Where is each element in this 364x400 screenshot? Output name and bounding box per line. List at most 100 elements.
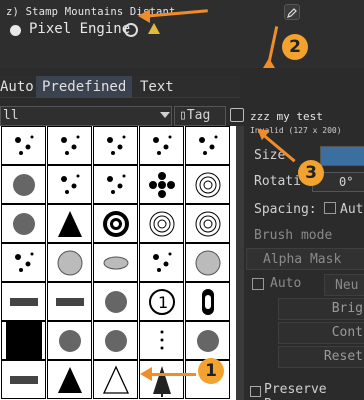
brush-thumb-number-one[interactable]: 1 (139, 282, 184, 321)
hatch-dab-icon (56, 298, 84, 306)
triangle-black-icon (58, 211, 82, 237)
radial-circles-icon (195, 211, 221, 237)
concentric-circles-icon (149, 211, 175, 237)
neutral-button[interactable]: Neu (324, 274, 364, 296)
brush-thumb-concentric-rings[interactable] (93, 204, 138, 243)
tag-button[interactable]: ▯Tag (174, 106, 226, 126)
engine-radio-icon[interactable] (10, 25, 21, 36)
brush-thumb-keyhole[interactable] (185, 282, 230, 321)
cross-dots-icon (149, 172, 175, 198)
tab-text[interactable]: Text (134, 76, 180, 98)
rotation-value: 0° (339, 175, 354, 189)
square-dots-icon (107, 174, 126, 194)
size-field[interactable] (320, 146, 364, 166)
splat-blob-icon (13, 174, 35, 196)
tag-label: Tag (186, 108, 211, 123)
brush-thumb-soft-blob[interactable] (93, 321, 138, 360)
brush-thumb-gray-ellipse[interactable] (93, 243, 138, 282)
smoke-puff-icon (105, 291, 127, 313)
arrow-4-head (140, 367, 152, 381)
concentric-rings-icon (103, 211, 129, 237)
edit-tags-icon[interactable] (230, 108, 244, 122)
triangle-outline-icon (102, 365, 130, 394)
brush-thumb-dots-cluster[interactable] (139, 126, 184, 165)
callout-3: 3 (298, 160, 324, 186)
brush-thumb-splatter-dark[interactable] (1, 204, 46, 243)
brush-thumb-gray-circle[interactable] (47, 243, 92, 282)
brush-thumb-stripe-fade[interactable] (1, 360, 46, 399)
filter-select[interactable]: ll (0, 106, 172, 126)
ink-splatter-icon (107, 135, 126, 155)
noise-texture-icon (199, 135, 218, 155)
blur-gradient-icon (59, 330, 81, 352)
keyhole-icon (202, 289, 214, 315)
spacing-label: Spacing: (254, 202, 317, 217)
brush-thumb-ink-splatter[interactable] (93, 126, 138, 165)
brush-header: z) Stamp Mountains Distant Pixel Engine (0, 0, 364, 68)
brush-thumb-noise-texture[interactable] (185, 126, 230, 165)
number-one-icon: 1 (149, 289, 175, 315)
brush-thumb-stroke-dab[interactable] (1, 282, 46, 321)
auto-checkbox[interactable] (252, 278, 264, 290)
reset-button[interactable]: Reset (278, 346, 364, 368)
brush-thumb-fluffy-blob[interactable] (185, 321, 230, 360)
brush-thumb-black-square[interactable] (1, 321, 46, 360)
brush-thumb-cross-dots[interactable] (139, 165, 184, 204)
brush-thumb-triangle-filled[interactable] (47, 360, 92, 399)
arrow-2-head (263, 58, 275, 68)
grid-scrollbar[interactable] (236, 126, 244, 400)
brush-thumb-radial-circles[interactable] (185, 204, 230, 243)
neutral-label: Neu (335, 278, 359, 293)
stripe-fade-icon (10, 376, 38, 384)
brush-thumb-dots-texture[interactable] (1, 126, 46, 165)
reload-icon[interactable] (124, 23, 138, 37)
target-circle-icon (195, 172, 221, 198)
dots-texture-icon (15, 135, 34, 155)
brush-thumb-dots-vertical[interactable] (139, 321, 184, 360)
gray-circle-icon (57, 250, 83, 276)
tab-predefined[interactable]: Predefined (36, 76, 132, 98)
pencil-icon[interactable] (284, 4, 300, 20)
brush-thumb-gray-dots[interactable] (139, 243, 184, 282)
fluffy-blob-icon (197, 330, 219, 352)
triangle-filled-icon (58, 367, 82, 393)
warning-icon (148, 23, 160, 34)
brush-thumb-triangle-black[interactable] (47, 204, 92, 243)
brush-thumb-dots-arc[interactable] (1, 243, 46, 282)
brightness-button[interactable]: Brig (278, 298, 364, 320)
brush-mode-label: Brush mode (254, 228, 333, 243)
soft-blob-icon (105, 330, 127, 352)
gray-circle-large-icon (195, 250, 221, 276)
black-square-icon (6, 322, 42, 359)
brush-thumb-smoke-puff[interactable] (93, 282, 138, 321)
stipple-circle-icon (61, 174, 80, 194)
arrow-4-line (150, 373, 196, 376)
rotation-label: Rotati (254, 174, 301, 189)
auto-label: Auto (270, 276, 302, 291)
splatter-dark-icon (13, 213, 35, 235)
svg-text:1: 1 (158, 293, 168, 312)
brush-thumb-hatch-dab[interactable] (47, 282, 92, 321)
alpha-mask-label: Alpha Mask (263, 252, 342, 267)
brush-thumb-triangle-outline[interactable] (93, 360, 138, 399)
brush-thumb-square-dots[interactable] (93, 165, 138, 204)
brush-thumb-wavy-lines[interactable] (47, 126, 92, 165)
chevron-down-icon[interactable] (160, 112, 170, 118)
preserve-checkbox[interactable] (250, 386, 261, 397)
brush-thumb-blur-gradient[interactable] (47, 321, 92, 360)
brush-thumb-splat-blob[interactable] (1, 165, 46, 204)
gray-ellipse-icon (103, 256, 129, 270)
dots-cluster-icon (153, 135, 172, 155)
stroke-dab-icon (10, 298, 38, 306)
brush-thumb-gray-circle-large[interactable] (185, 243, 230, 282)
brush-thumb-stipple-circle[interactable] (47, 165, 92, 204)
contrast-button[interactable]: Cont (278, 322, 364, 344)
brush-properties: zzz my test Invalid (127 x 200) Size Rot… (246, 106, 364, 400)
dots-vertical-icon (160, 330, 164, 350)
spacing-auto-checkbox[interactable] (324, 202, 336, 214)
tab-auto[interactable]: Auto (0, 76, 40, 98)
alpha-mask-select[interactable]: Alpha Mask (246, 248, 364, 270)
tab-bar: Auto Predefined Text (0, 76, 240, 98)
brush-thumb-target-circle[interactable] (185, 165, 230, 204)
brush-thumb-concentric-circles[interactable] (139, 204, 184, 243)
